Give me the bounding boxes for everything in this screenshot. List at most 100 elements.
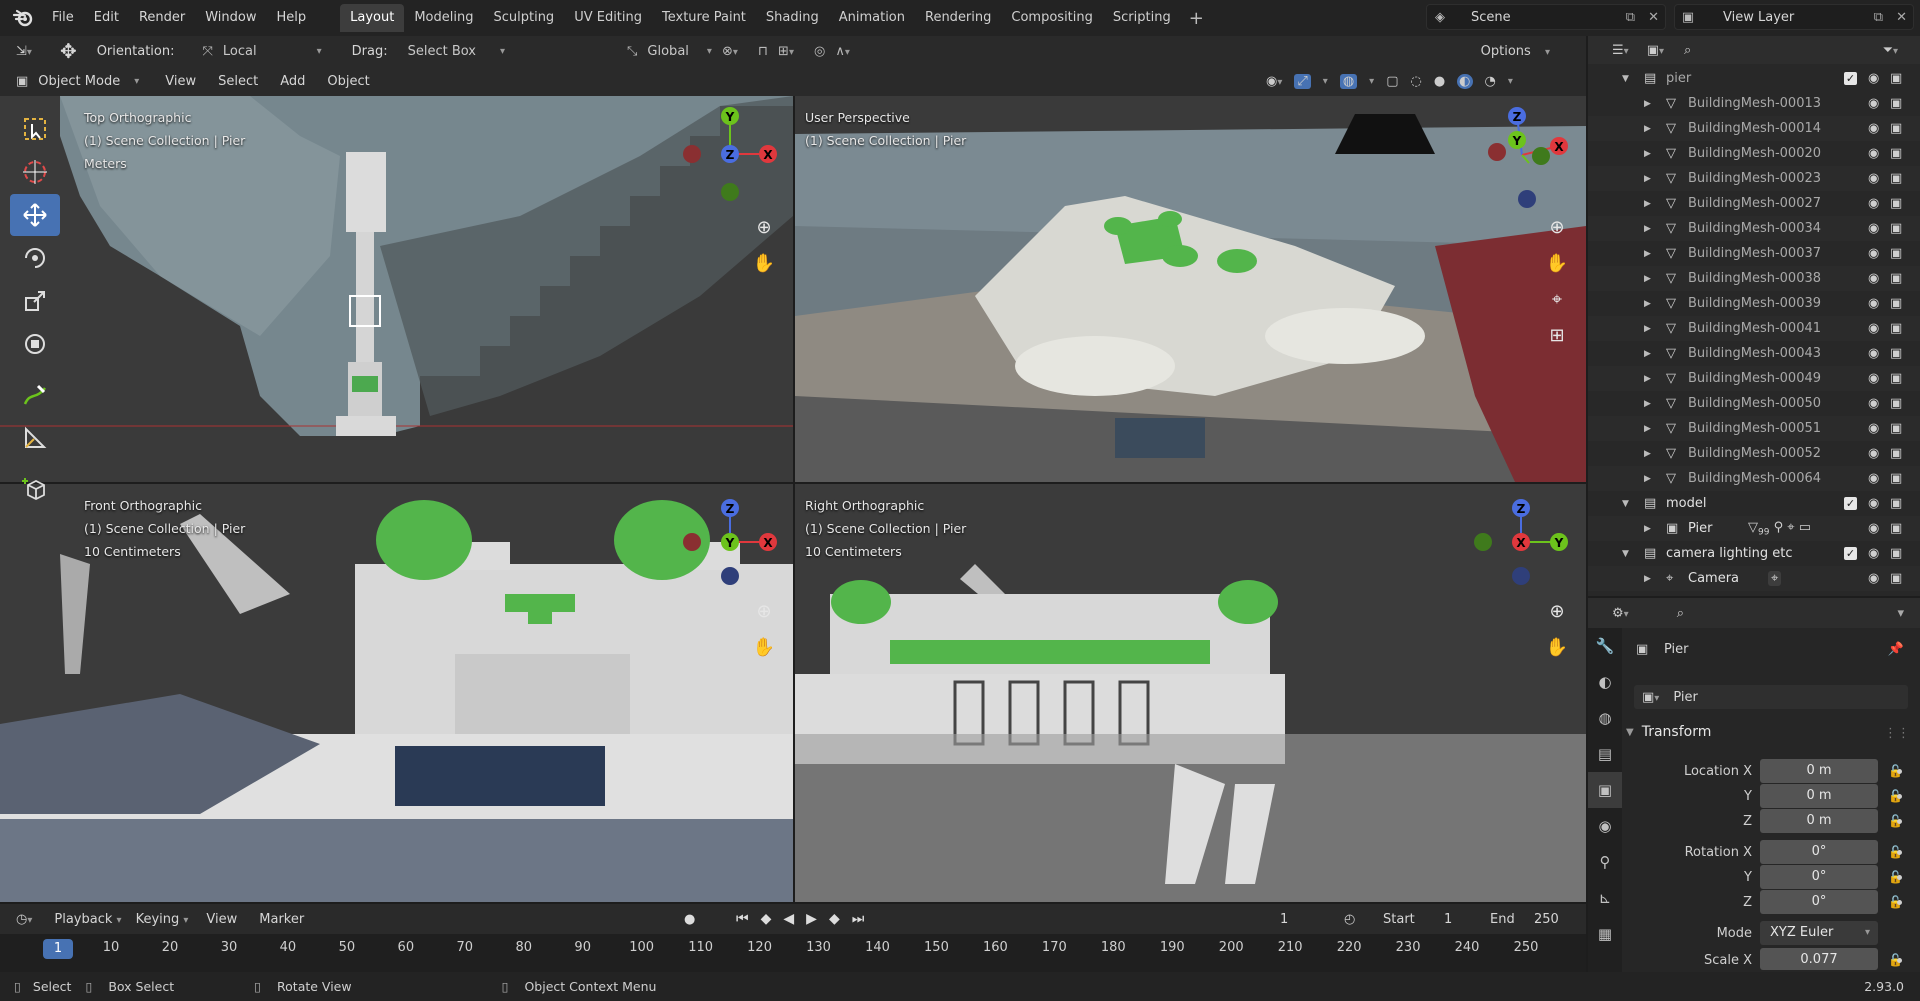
tab-modeling[interactable]: Modeling (404, 4, 483, 32)
render-camera-icon[interactable]: ▣ (1890, 96, 1902, 111)
select-box-tool[interactable] (10, 108, 60, 150)
copy-scene-icon[interactable]: ⧉ (1626, 10, 1635, 25)
expand-open-icon[interactable]: ▼ (1622, 499, 1629, 509)
menu-keying[interactable]: Keying ▾ (136, 912, 189, 927)
tab-rendering[interactable]: Rendering (915, 4, 1001, 32)
object-data-name[interactable]: Pier (1673, 690, 1698, 705)
play-icon[interactable]: ▶ (806, 911, 817, 927)
exclude-checkbox[interactable]: ✓ (1844, 497, 1857, 510)
texture-tab-icon[interactable]: ▦ (1588, 916, 1622, 952)
object-name-field[interactable]: ▣▾ Pier (1634, 685, 1908, 709)
mode-chevron-icon[interactable]: ▾ (134, 76, 139, 87)
keyframe-dot-icon[interactable] (1897, 875, 1902, 880)
menu-edit[interactable]: Edit (84, 0, 129, 36)
render-camera-icon[interactable]: ▣ (1890, 471, 1902, 486)
play-reverse-icon[interactable]: ◀ (783, 911, 794, 927)
rendered-shading-icon[interactable]: ◔ (1485, 74, 1496, 89)
zoom-icon[interactable]: ⊕ (1543, 598, 1571, 626)
menu-help[interactable]: Help (267, 0, 317, 36)
keyframe-dot-icon[interactable] (1897, 769, 1902, 774)
navigation-gizmo[interactable]: Y X Z (676, 100, 786, 210)
render-camera-icon[interactable]: ▣ (1890, 571, 1902, 586)
outliner-mesh-item[interactable]: ▶ ▽ BuildingMesh-00041 ◉ ▣ (1588, 316, 1920, 341)
constraints-tab-icon[interactable]: ⚲ (1588, 844, 1622, 880)
outliner-mesh-item[interactable]: ▶ ▽ BuildingMesh-00037 ◉ ▣ (1588, 241, 1920, 266)
viewport-user-perspective[interactable]: User Perspective (1) Scene Collection | … (795, 96, 1586, 482)
render-camera-icon[interactable]: ▣ (1890, 321, 1902, 336)
eye-icon[interactable]: ◉ (1868, 196, 1879, 211)
menu-view[interactable]: View (165, 74, 196, 89)
outliner-mesh-item[interactable]: ▶ ▽ BuildingMesh-00049 ◉ ▣ (1588, 366, 1920, 391)
eye-icon[interactable]: ◉ (1868, 296, 1879, 311)
outliner-collection-model[interactable]: ▼ ▤ model ✓ ◉ ▣ (1588, 491, 1920, 516)
outliner-mesh-item[interactable]: ▶ ▽ BuildingMesh-00064 ◉ ▣ (1588, 466, 1920, 491)
world-tab-icon[interactable]: ◍ (1588, 700, 1622, 736)
start-frame-field[interactable]: 1 (1444, 912, 1452, 927)
menu-timeline-view[interactable]: View (206, 912, 237, 927)
render-camera-icon[interactable]: ▣ (1890, 521, 1902, 536)
eye-icon[interactable]: ◉ (1868, 446, 1879, 461)
display-mode-icon[interactable]: ▣▾ (1647, 43, 1664, 58)
navigation-gizmo[interactable]: Z X Y (1467, 100, 1577, 210)
orientation-dropdown[interactable]: Local (223, 44, 257, 59)
pan-hand-icon[interactable]: ✋ (750, 250, 778, 278)
jump-start-icon[interactable]: ⏮ (736, 911, 749, 927)
outliner-mesh-item[interactable]: ▶ ▽ BuildingMesh-00020 ◉ ▣ (1588, 141, 1920, 166)
eye-icon[interactable]: ◉ (1868, 271, 1879, 286)
outliner-collection-camera[interactable]: ▼ ▤ camera lighting etc ✓ ◉ ▣ (1588, 541, 1920, 566)
solid-shading-icon[interactable]: ● (1434, 74, 1445, 89)
mode-dropdown[interactable]: Object Mode (38, 74, 120, 89)
expand-closed-icon[interactable]: ▶ (1644, 374, 1651, 384)
expand-closed-icon[interactable]: ▶ (1644, 274, 1651, 284)
pan-hand-icon[interactable]: ✋ (750, 634, 778, 662)
camera-data-icon[interactable]: ⌖ (1768, 571, 1782, 586)
eye-icon[interactable]: ◉ (1868, 496, 1879, 511)
filter-icon[interactable]: ⏷▾ (1883, 43, 1898, 58)
expand-closed-icon[interactable]: ▶ (1644, 474, 1651, 484)
jump-end-icon[interactable]: ⏭ (852, 911, 865, 927)
expand-closed-icon[interactable]: ▶ (1644, 124, 1651, 134)
collection-tab-icon[interactable]: ▤ (1588, 736, 1622, 772)
tab-animation[interactable]: Animation (829, 4, 915, 32)
xray-icon[interactable]: ▢ (1386, 74, 1398, 89)
outliner-mesh-item[interactable]: ▶ ▽ BuildingMesh-00051 ◉ ▣ (1588, 416, 1920, 441)
gizmo-chevron-icon[interactable]: ▾ (1323, 76, 1328, 87)
scale-x-field[interactable]: 0.077 (1760, 948, 1878, 970)
render-camera-icon[interactable]: ▣ (1890, 146, 1902, 161)
shading-chevron-icon[interactable]: ▾ (1508, 76, 1513, 87)
add-cube-tool[interactable] (10, 468, 60, 510)
render-camera-icon[interactable]: ▣ (1890, 446, 1902, 461)
gizmo-toggle-icon[interactable]: ⤢ (1294, 73, 1311, 89)
camera-view-icon[interactable]: ⌖ (1543, 286, 1571, 314)
move-tool-icon[interactable]: ✥ (60, 39, 77, 63)
pan-hand-icon[interactable]: ✋ (1543, 634, 1571, 662)
properties-editor-icon[interactable]: ⚙▾ (1612, 606, 1629, 621)
expand-open-icon[interactable]: ▼ (1622, 74, 1629, 84)
menu-add[interactable]: Add (280, 74, 305, 89)
eye-icon[interactable]: ◉ (1868, 421, 1879, 436)
drag-chevron-icon[interactable]: ▾ (500, 46, 505, 57)
tab-uv-editing[interactable]: UV Editing (564, 4, 652, 32)
outliner-mesh-item[interactable]: ▶ ▽ BuildingMesh-00014 ◉ ▣ (1588, 116, 1920, 141)
expand-closed-icon[interactable]: ▶ (1644, 424, 1651, 434)
end-frame-field[interactable]: 250 (1534, 912, 1559, 927)
keyframe-dot-icon[interactable] (1897, 819, 1902, 824)
cursor-tool[interactable] (10, 151, 60, 193)
outliner-mesh-item[interactable]: ▶ ▽ BuildingMesh-00052 ◉ ▣ (1588, 441, 1920, 466)
overlay-chevron-icon[interactable]: ▾ (1369, 76, 1374, 87)
location-x-field[interactable]: 0 m (1760, 759, 1878, 783)
render-camera-icon[interactable]: ▣ (1890, 221, 1902, 236)
expand-closed-icon[interactable]: ▶ (1644, 574, 1651, 584)
annotate-tool[interactable] (10, 374, 60, 416)
expand-closed-icon[interactable]: ▶ (1644, 324, 1651, 334)
render-camera-icon[interactable]: ▣ (1890, 496, 1902, 511)
current-frame-indicator[interactable]: 1 (43, 939, 73, 959)
navigation-gizmo[interactable]: Z X Y (676, 488, 786, 598)
zoom-icon[interactable]: ⊕ (750, 598, 778, 626)
rotation-y-field[interactable]: 0° (1760, 865, 1878, 889)
outliner-collection-pier[interactable]: ▼ ▤ pier ✓ ◉ ▣ (1588, 66, 1920, 91)
render-camera-icon[interactable]: ▣ (1890, 71, 1902, 86)
copy-view-layer-icon[interactable]: ⧉ (1874, 10, 1883, 25)
rotation-x-field[interactable]: 0° (1760, 840, 1878, 864)
scale-tool[interactable] (10, 280, 60, 322)
